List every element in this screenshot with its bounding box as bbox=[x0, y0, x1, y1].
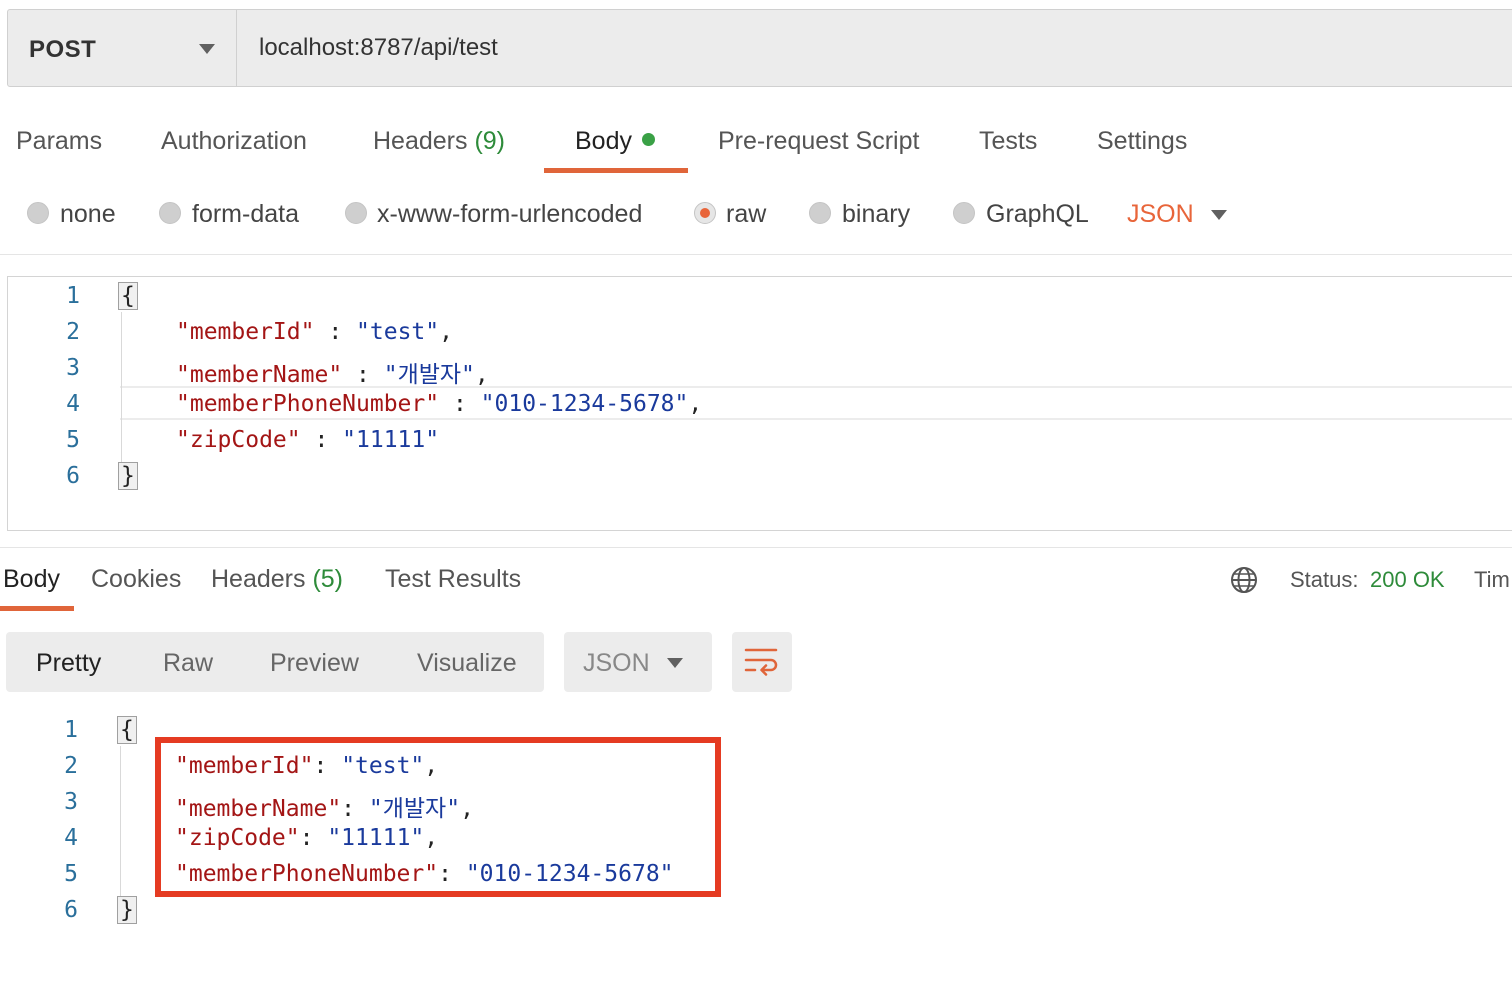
section-divider bbox=[0, 547, 1512, 548]
view-raw-button[interactable]: Raw bbox=[163, 649, 213, 678]
indent-guide bbox=[121, 312, 122, 462]
method-select[interactable]: POST bbox=[8, 10, 237, 86]
radio-graphql[interactable] bbox=[953, 202, 975, 224]
view-visualize-button[interactable]: Visualize bbox=[417, 649, 517, 678]
radio-label-raw[interactable]: raw bbox=[726, 200, 766, 229]
body-format-select[interactable]: JSON bbox=[1127, 200, 1194, 229]
response-tab-cookies[interactable]: Cookies bbox=[91, 565, 181, 594]
url-input[interactable]: localhost:8787/api/test bbox=[259, 34, 498, 62]
line-number: 6 bbox=[66, 463, 80, 489]
open-brace: { bbox=[118, 282, 138, 310]
response-headers-count: (5) bbox=[312, 565, 344, 593]
line-number: 5 bbox=[64, 861, 78, 887]
line-number: 4 bbox=[66, 391, 80, 417]
line-number: 2 bbox=[66, 319, 80, 345]
tab-pre-request-script[interactable]: Pre-request Script bbox=[718, 127, 919, 156]
line-number: 1 bbox=[66, 283, 80, 309]
radio-none[interactable] bbox=[27, 202, 49, 224]
tab-body[interactable]: Body bbox=[575, 127, 655, 156]
close-brace: } bbox=[118, 462, 138, 490]
line-number: 3 bbox=[66, 355, 80, 381]
radio-raw[interactable] bbox=[694, 202, 716, 224]
radio-label-x-www-form-urlencoded[interactable]: x-www-form-urlencoded bbox=[377, 200, 642, 229]
chevron-down-icon bbox=[667, 658, 683, 668]
wrap-lines-icon bbox=[744, 648, 778, 676]
tab-settings[interactable]: Settings bbox=[1097, 127, 1187, 156]
radio-form-data[interactable] bbox=[159, 202, 181, 224]
line-number: 1 bbox=[64, 717, 78, 743]
line-number: 4 bbox=[64, 825, 78, 851]
radio-label-binary[interactable]: binary bbox=[842, 200, 910, 229]
body-modified-dot bbox=[641, 133, 655, 146]
response-format-label: JSON bbox=[583, 649, 650, 677]
radio-label-graphql[interactable]: GraphQL bbox=[986, 200, 1089, 229]
indent-guide bbox=[120, 746, 121, 896]
chevron-down-icon bbox=[199, 44, 215, 54]
view-pretty-button[interactable]: Pretty bbox=[36, 649, 101, 678]
tab-headers[interactable]: Headers (9) bbox=[373, 127, 505, 156]
status-label: Status: bbox=[1290, 567, 1359, 592]
headers-count: (9) bbox=[474, 127, 506, 155]
tab-tests[interactable]: Tests bbox=[979, 127, 1037, 156]
tab-headers-label: Headers bbox=[373, 127, 468, 155]
request-bar: POST localhost:8787/api/test bbox=[7, 9, 1512, 87]
active-tab-indicator bbox=[544, 168, 688, 173]
tab-params[interactable]: Params bbox=[16, 127, 102, 156]
line-number: 6 bbox=[64, 897, 78, 923]
response-tab-body[interactable]: Body bbox=[3, 565, 60, 594]
close-brace: } bbox=[117, 896, 137, 924]
chevron-down-icon[interactable] bbox=[1211, 210, 1227, 220]
status-value: 200 OK bbox=[1370, 567, 1445, 592]
time-label: Tim bbox=[1474, 567, 1510, 592]
tab-body-label: Body bbox=[575, 127, 632, 155]
divider bbox=[0, 254, 1512, 255]
method-label: POST bbox=[29, 36, 97, 63]
code-line: "memberPhoneNumber" : "010-1234-5678", bbox=[176, 391, 703, 417]
open-brace: { bbox=[117, 716, 137, 744]
response-tab-test-results[interactable]: Test Results bbox=[385, 565, 521, 594]
radio-x-www-form-urlencoded[interactable] bbox=[345, 202, 367, 224]
line-number: 5 bbox=[66, 427, 80, 453]
line-number: 2 bbox=[64, 753, 78, 779]
radio-label-form-data[interactable]: form-data bbox=[192, 200, 299, 229]
code-line: "zipCode" : "11111" bbox=[176, 427, 440, 453]
response-tab-headers-label: Headers bbox=[211, 565, 306, 593]
wrap-lines-button[interactable] bbox=[732, 632, 792, 692]
response-tab-headers[interactable]: Headers (5) bbox=[211, 565, 343, 594]
active-response-tab-indicator bbox=[0, 606, 74, 611]
radio-binary[interactable] bbox=[809, 202, 831, 224]
line-number: 3 bbox=[64, 789, 78, 815]
tab-authorization[interactable]: Authorization bbox=[161, 127, 307, 156]
code-line: "memberId" : "test", bbox=[176, 319, 453, 345]
globe-icon[interactable] bbox=[1229, 565, 1259, 595]
annotation-highlight-box bbox=[155, 737, 721, 897]
view-preview-button[interactable]: Preview bbox=[270, 649, 359, 678]
code-line: "memberName" : "개발자", bbox=[176, 362, 489, 388]
radio-label-none[interactable]: none bbox=[60, 200, 116, 229]
